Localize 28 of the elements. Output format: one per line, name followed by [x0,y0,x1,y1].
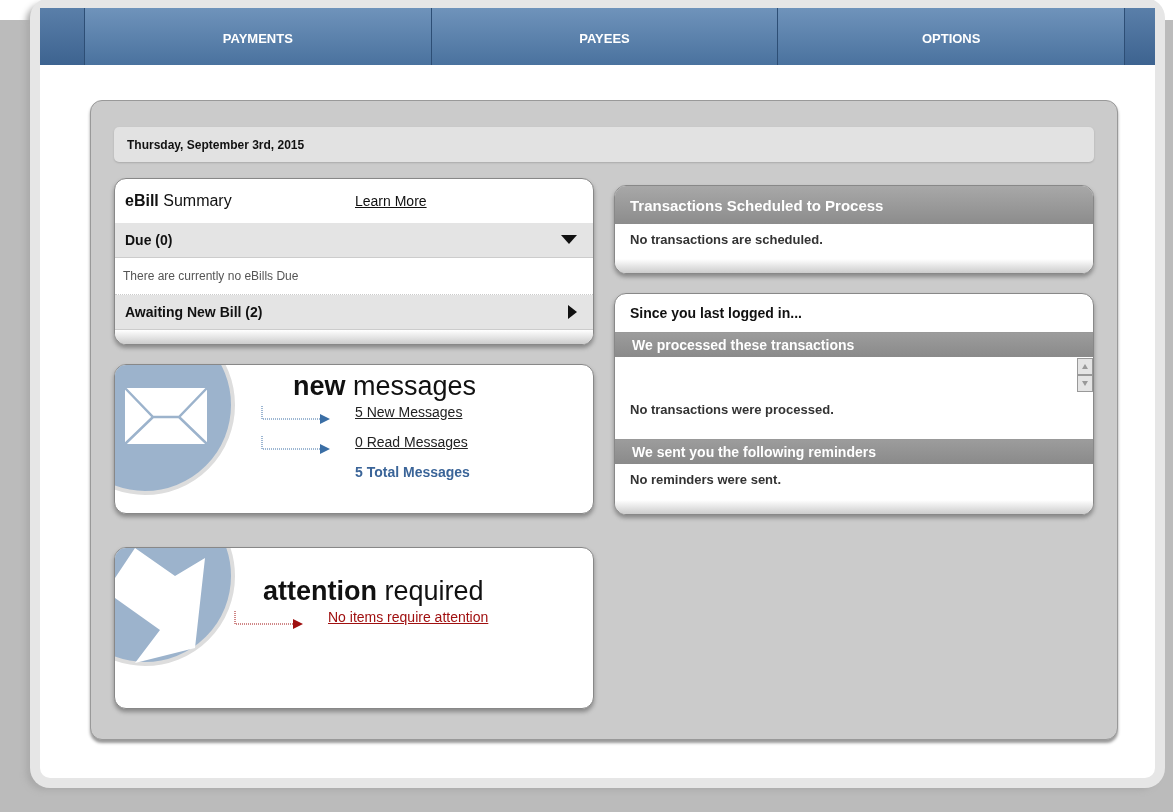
messages-link[interactable]: 0 Read Messages [355,434,468,450]
nav-tab[interactable]: PAYMENTS [85,8,432,65]
total-messages: 5 Total Messages [355,464,470,480]
messages-link[interactable]: 5 New Messages [355,404,463,420]
nav-tab[interactable]: PAYEES [431,8,779,65]
section-title: We sent you the following reminders [632,444,876,460]
card-title: new messages [293,371,477,402]
scrollbar[interactable] [1077,358,1093,392]
section-title: We processed these transactions [632,337,855,353]
section-header[interactable]: Awaiting New Bill (2) [115,295,593,330]
arrow-icon [260,404,330,426]
attention-link[interactable]: No items require attention [328,609,489,625]
section-message: No transactions were processed. [629,401,835,419]
section-message: No reminders were sent. [629,471,782,489]
date-text: Thursday, September 3rd, 2015 [127,137,305,152]
arrow-icon [233,609,303,631]
nav-tab[interactable]: OPTIONS [778,8,1124,65]
card-title: Transactions Scheduled to Process [630,196,884,214]
card-title: attention required [263,576,485,607]
nav-cap [1124,8,1155,65]
card-title: eBill Summary [125,192,233,210]
section-header[interactable]: Due (0) [115,223,593,258]
arrow-icon [260,434,330,456]
caret-right-icon [568,305,577,319]
learn-more-link[interactable]: Learn More [355,193,427,209]
card-message: No transactions are scheduled. [629,231,824,249]
nav-cap [40,8,85,65]
caret-down-icon [561,235,577,245]
